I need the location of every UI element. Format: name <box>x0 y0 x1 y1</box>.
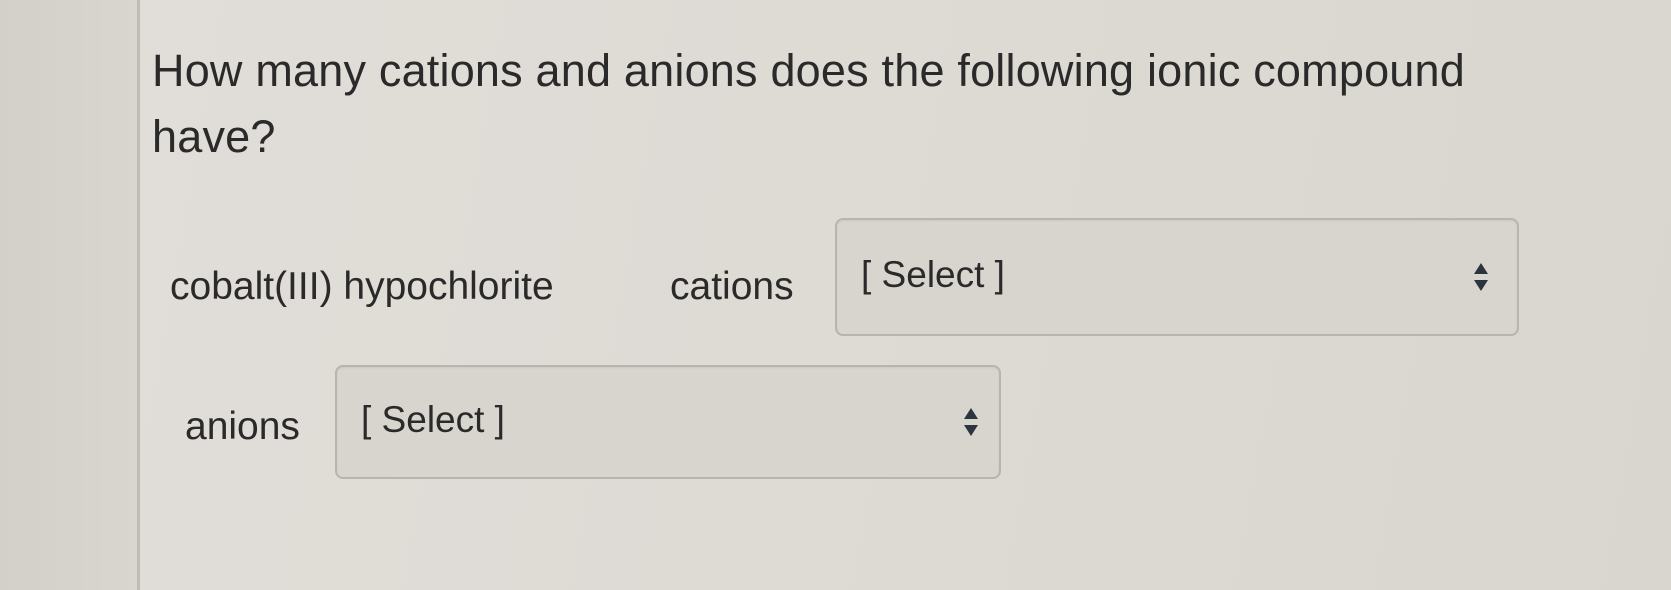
question-text: How many cations and anions does the fol… <box>152 45 1465 162</box>
anions-select-value: [ Select ] <box>361 399 505 440</box>
anions-select[interactable]: [ Select ] <box>335 365 1001 479</box>
up-down-arrows-icon <box>1473 262 1489 292</box>
cations-label: cations <box>670 265 794 308</box>
page-gutter <box>0 0 138 590</box>
up-down-arrows-icon <box>963 407 979 437</box>
cations-select[interactable]: [ Select ] <box>835 218 1519 336</box>
anions-label: anions <box>185 405 300 448</box>
compound-name: cobalt(III) hypochlorite <box>170 265 554 308</box>
cations-select-value: [ Select ] <box>861 254 1005 295</box>
